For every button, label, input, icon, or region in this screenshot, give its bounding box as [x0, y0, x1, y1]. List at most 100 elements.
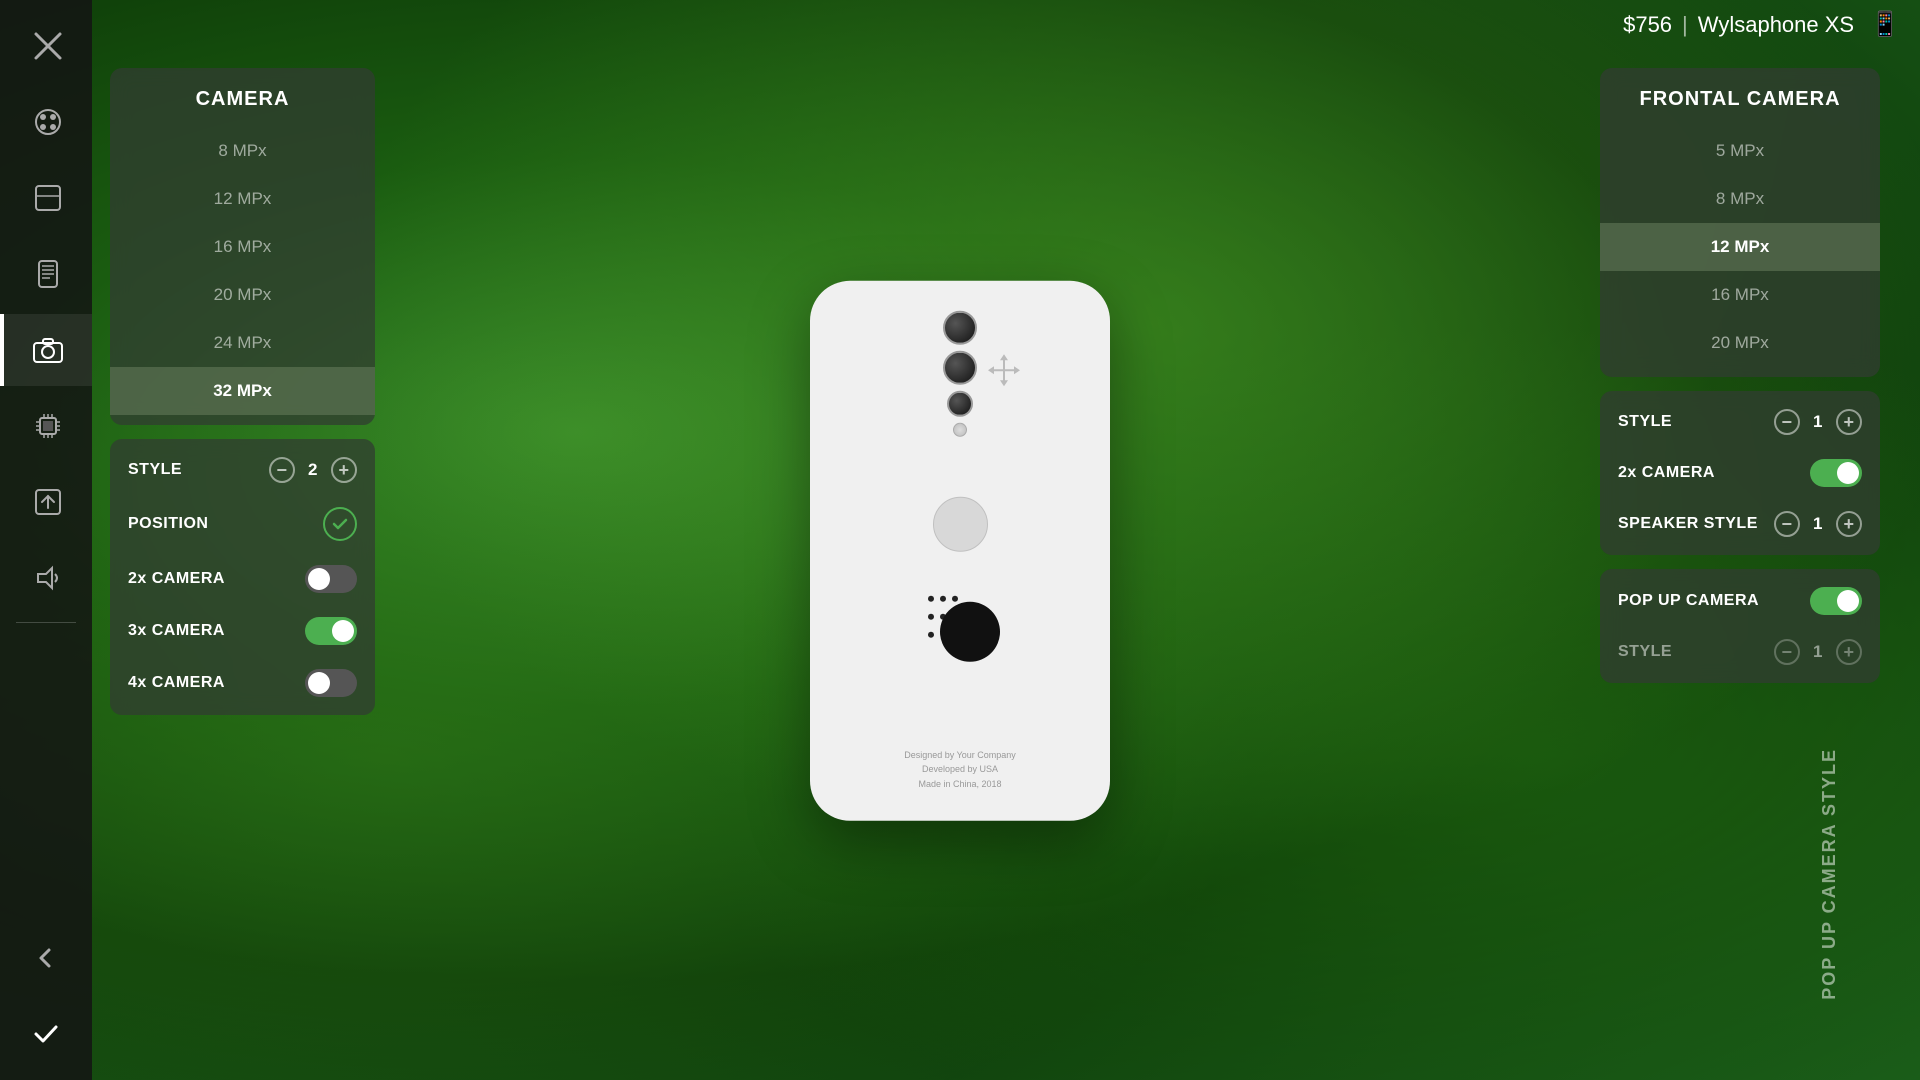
frontal-option-12mpx[interactable]: 12 MPx: [1600, 223, 1880, 271]
sidebar-item-palette[interactable]: [0, 86, 92, 158]
camera-lens-2: [943, 351, 977, 385]
camera-style-stepper: − 2 +: [269, 457, 357, 483]
frontal-camera-title: FRONTAL CAMERA: [1600, 78, 1880, 127]
camera-position-row: POSITION: [110, 495, 375, 553]
camera-lens-1: [943, 311, 977, 345]
camera-option-24mpx[interactable]: 24 MPx: [110, 319, 375, 367]
camera-lens-3: [947, 391, 973, 417]
price-display: $756: [1623, 12, 1672, 38]
frontal-style-increment[interactable]: +: [1836, 409, 1862, 435]
back-arrow-icon: [34, 946, 58, 970]
theme-icon: [32, 182, 64, 214]
camera-4x-toggle-knob: [308, 672, 330, 694]
frontal-camera-card: FRONTAL CAMERA 5 MPx 8 MPx 12 MPx 16 MPx…: [1600, 68, 1880, 377]
popup-style-increment[interactable]: +: [1836, 639, 1862, 665]
camera-position-check[interactable]: [323, 507, 357, 541]
sidebar-item-chip[interactable]: [0, 390, 92, 462]
frontal-2x-label: 2x CAMERA: [1618, 464, 1810, 482]
camera-style-decrement[interactable]: −: [269, 457, 295, 483]
brand-blob: [920, 582, 1000, 662]
camera-option-32mpx[interactable]: 32 MPx: [110, 367, 375, 415]
model-name: Wylsaphone XS: [1698, 12, 1854, 38]
speaker-style-label: SPEAKER STYLE: [1618, 515, 1774, 533]
camera-4x-toggle[interactable]: [305, 669, 357, 697]
frontal-style-row: STYLE − 1 +: [1600, 397, 1880, 447]
phone-icon: 📱: [1870, 10, 1900, 39]
popup-style-stepper: − 1 +: [1774, 639, 1862, 665]
popup-style-row: STYLE − 1 +: [1600, 627, 1880, 677]
export-icon: [32, 486, 64, 518]
camera-settings-card: STYLE − 2 + POSITION 2x CAMERA 3x CAMERA: [110, 439, 375, 715]
camera-3x-toggle-knob: [332, 620, 354, 642]
camera-style-row: STYLE − 2 +: [110, 445, 375, 495]
frontal-2x-knob: [1837, 462, 1859, 484]
popup-camera-card: POP UP CAMERA STYLE − 1 +: [1600, 569, 1880, 683]
camera-3x-row: 3x CAMERA: [110, 605, 375, 657]
speaker-style-increment[interactable]: +: [1836, 511, 1862, 537]
camera-option-16mpx[interactable]: 16 MPx: [110, 223, 375, 271]
speaker-style-value: 1: [1808, 514, 1828, 534]
logo-line3: Made in China, 2018: [904, 776, 1016, 790]
camera-style-increment[interactable]: +: [331, 457, 357, 483]
camera-style-value: 2: [303, 460, 323, 480]
sidebar-item-sound[interactable]: [0, 542, 92, 614]
frontal-style-decrement[interactable]: −: [1774, 409, 1800, 435]
camera-2x-row: 2x CAMERA: [110, 553, 375, 605]
sidebar-item-tools[interactable]: [0, 10, 92, 82]
right-panel: FRONTAL CAMERA 5 MPx 8 MPx 12 MPx 16 MPx…: [1600, 68, 1880, 683]
camera-option-20mpx[interactable]: 20 MPx: [110, 271, 375, 319]
sidebar-item-camera[interactable]: [0, 314, 92, 386]
popup-camera-knob: [1837, 590, 1859, 612]
speaker-style-stepper: − 1 +: [1774, 511, 1862, 537]
crosshair-move-icon: [986, 352, 1022, 388]
sidebar-item-screen[interactable]: [0, 238, 92, 310]
sidebar-item-theme[interactable]: [0, 162, 92, 234]
confirm-check-icon: [32, 1020, 60, 1048]
frontal-style-value: 1: [1808, 412, 1828, 432]
separator: |: [1682, 12, 1688, 38]
popup-camera-style-label: POP UP CAMERA STYLE: [1819, 748, 1840, 1000]
frontal-settings-card: STYLE − 1 + 2x CAMERA SPEAKER STYLE − 1 …: [1600, 391, 1880, 555]
camera-2x-toggle[interactable]: [305, 565, 357, 593]
camera-3x-toggle[interactable]: [305, 617, 357, 645]
sidebar-confirm-button[interactable]: [0, 998, 92, 1070]
camera-resolution-card: CAMERA 8 MPx 12 MPx 16 MPx 20 MPx 24 MPx…: [110, 68, 375, 425]
camera-position-label: POSITION: [128, 515, 323, 533]
popup-style-decrement[interactable]: −: [1774, 639, 1800, 665]
sidebar-divider: [16, 622, 76, 623]
frontal-style-label: STYLE: [1618, 413, 1774, 431]
move-icon: [986, 352, 1022, 395]
frontal-option-8mpx[interactable]: 8 MPx: [1600, 175, 1880, 223]
sidebar: [0, 0, 92, 1080]
sidebar-item-export[interactable]: [0, 466, 92, 538]
screen-icon: [32, 258, 64, 290]
frontal-option-20mpx[interactable]: 20 MPx: [1600, 319, 1880, 367]
sidebar-back-button[interactable]: [0, 922, 92, 994]
chip-icon: [32, 410, 64, 442]
frontal-option-5mpx[interactable]: 5 MPx: [1600, 127, 1880, 175]
frontal-option-16mpx[interactable]: 16 MPx: [1600, 271, 1880, 319]
camera-style-label: STYLE: [128, 461, 269, 479]
popup-camera-row: POP UP CAMERA: [1600, 575, 1880, 627]
popup-camera-label: POP UP CAMERA: [1618, 592, 1810, 610]
camera-flash: [953, 423, 967, 437]
phone-mockup: Designed by Your Company Developed by US…: [810, 281, 1110, 821]
camera-panel-title: CAMERA: [110, 78, 375, 127]
popup-style-value: 1: [1808, 642, 1828, 662]
speaker-style-decrement[interactable]: −: [1774, 511, 1800, 537]
left-camera-panel: CAMERA 8 MPx 12 MPx 16 MPx 20 MPx 24 MPx…: [110, 68, 375, 715]
camera-4x-row: 4x CAMERA: [110, 657, 375, 709]
popup-camera-toggle[interactable]: [1810, 587, 1862, 615]
camera-2x-label: 2x CAMERA: [128, 570, 305, 588]
palette-icon: [32, 106, 64, 138]
sound-icon: [32, 562, 64, 594]
brand-circle: [940, 602, 1000, 662]
camera-option-8mpx[interactable]: 8 MPx: [110, 127, 375, 175]
frontal-2x-toggle[interactable]: [1810, 459, 1862, 487]
camera-3x-label: 3x CAMERA: [128, 622, 305, 640]
camera-module: [943, 311, 977, 437]
position-check-icon: [331, 515, 349, 533]
speaker-style-row: SPEAKER STYLE − 1 +: [1600, 499, 1880, 549]
camera-option-12mpx[interactable]: 12 MPx: [110, 175, 375, 223]
frontal-2x-row: 2x CAMERA: [1600, 447, 1880, 499]
